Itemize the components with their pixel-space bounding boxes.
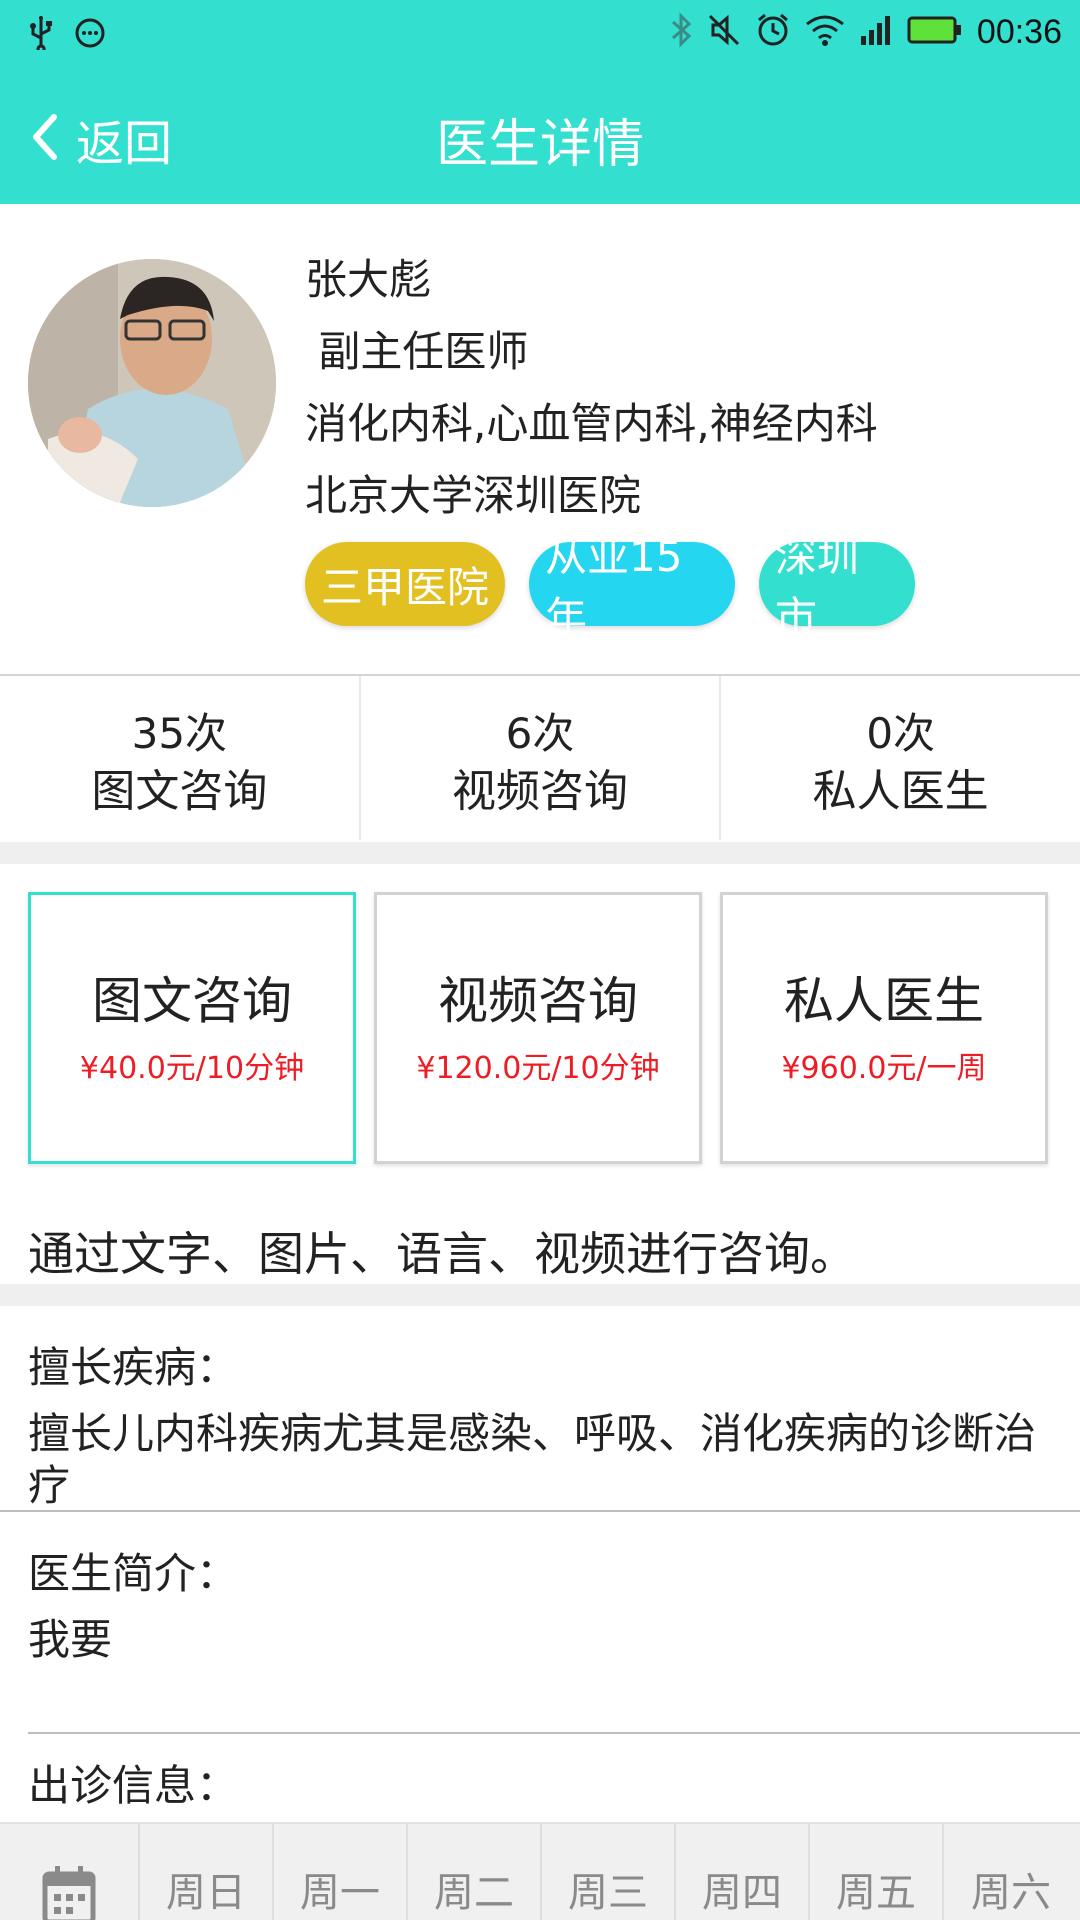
tag-city: 深圳市 [759,532,915,642]
tag-experience: 从业15年 [529,532,735,642]
section-gap [0,1284,1080,1306]
bluetooth-icon [669,12,693,52]
schedule-day-saturday[interactable]: 周六 [944,1824,1078,1920]
header-row: 返回 医生详情 [0,84,1080,184]
schedule-day-wednesday[interactable]: 周三 [542,1824,676,1920]
page-title: 医生详情 [435,115,644,175]
service-title: 视频咨询 [438,972,638,1030]
intro-text: 我要 [28,1615,113,1664]
stat-video-consult: 6次 视频咨询 [361,676,722,840]
usb-icon [28,16,54,54]
service-price: ¥960.0元/一周 [781,1051,987,1086]
tag-hospital-level: 三甲医院 [305,542,505,626]
app-header: 00:36 返回 医生详情 [0,0,1080,204]
battery-icon [907,15,963,49]
schedule-day-monday[interactable]: 周一 [274,1824,408,1920]
stat-label: 视频咨询 [452,766,628,817]
chat-icon [74,17,106,53]
avatar [28,259,276,507]
doctor-name: 张大彪 [305,255,432,304]
intro-heading: 医生简介： [28,1549,239,1598]
doctor-departments: 消化内科,心血管内科,神经内科 [305,399,878,448]
service-price: ¥120.0元/10分钟 [416,1051,660,1086]
service-title: 私人医生 [784,972,984,1030]
status-bar: 00:36 [0,0,1080,70]
stat-label: 私人医生 [812,766,989,817]
doctor-hospital: 北京大学深圳医院 [305,471,642,520]
status-time: 00:36 [976,12,1062,51]
doctor-title: 副主任医师 [305,327,529,376]
specialty-text: 擅长儿内科疾病尤其是感染、呼吸、消化疾病的诊断治疗 [28,1409,1037,1510]
doctor-tags: 三甲医院 从业15年 深圳市 [305,532,915,642]
service-price: ¥40.0元/10分钟 [79,1051,305,1086]
service-card-text-consult[interactable]: 图文咨询 ¥40.0元/10分钟 [28,892,356,1164]
schedule-day-tuesday[interactable]: 周二 [408,1824,542,1920]
stat-count: 0次 [866,709,936,758]
consult-stats: 35次 图文咨询 6次 视频咨询 0次 私人医生 [0,676,1080,840]
stat-count: 35次 [131,709,228,758]
service-card-private-doctor[interactable]: 私人医生 ¥960.0元/一周 [720,892,1048,1164]
doctor-profile: 张大彪 副主任医师 消化内科,心血管内科,神经内科 北京大学深圳医院 三甲医院 … [0,204,1080,674]
calendar-icon [0,1824,140,1920]
service-title: 图文咨询 [92,972,292,1030]
signal-icon [859,14,893,50]
schedule-heading: 出诊信息： [28,1761,239,1810]
stat-count: 6次 [505,709,575,758]
schedule-day-thursday[interactable]: 周四 [676,1824,810,1920]
wifi-icon [805,14,845,50]
divider [28,1732,1080,1734]
schedule-day-friday[interactable]: 周五 [810,1824,944,1920]
service-card-video-consult[interactable]: 视频咨询 ¥120.0元/10分钟 [374,892,702,1164]
doctor-info: 张大彪 副主任医师 消化内科,心血管内科,神经内科 北京大学深圳医院 三甲医院 … [305,244,915,642]
mute-icon [707,13,741,51]
service-description: 通过文字、图片、语言、视频进行咨询。 [28,1227,856,1281]
divider [0,1510,1080,1512]
schedule-day-sunday[interactable]: 周日 [140,1824,274,1920]
alarm-icon [755,12,791,52]
schedule-week-bar: 周日 周一 周二 周三 周四 周五 周六 [0,1822,1080,1920]
service-options: 图文咨询 ¥40.0元/10分钟 视频咨询 ¥120.0元/10分钟 私人医生 … [28,892,1052,1164]
stat-private-doctor: 0次 私人医生 [721,676,1080,840]
section-gap [0,842,1080,864]
stat-label: 图文咨询 [91,766,268,817]
specialty-heading: 擅长疾病： [28,1343,239,1392]
stat-text-consult: 35次 图文咨询 [0,676,361,840]
